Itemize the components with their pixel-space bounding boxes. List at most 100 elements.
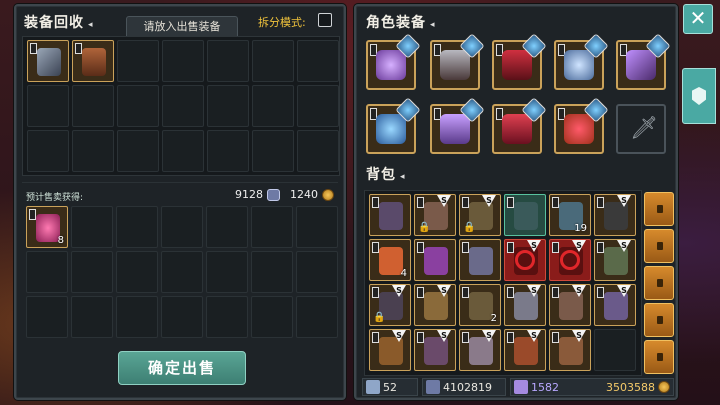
empty-slot[interactable] xyxy=(71,206,113,248)
treasure-chest-icon[interactable] xyxy=(644,266,674,300)
empty-weapon-slot[interactable]: 🗡 xyxy=(616,104,666,154)
empty-slot[interactable] xyxy=(161,251,203,293)
empty-slot[interactable] xyxy=(162,40,204,82)
equipment-slot[interactable] xyxy=(430,33,485,90)
bag-item-slot[interactable]: S xyxy=(549,284,591,326)
empty-slot[interactable] xyxy=(116,296,158,338)
bag-item-slot[interactable]: S 🔒 xyxy=(459,194,501,236)
empty-slot[interactable] xyxy=(252,40,294,82)
bag-item-slot[interactable]: S xyxy=(459,329,501,371)
item-slot[interactable] xyxy=(27,40,69,82)
bag-item-slot[interactable]: S xyxy=(369,329,411,371)
empty-slot[interactable] xyxy=(117,85,159,127)
empty-slot[interactable] xyxy=(71,296,113,338)
empty-slot[interactable] xyxy=(297,130,339,172)
equipment-slot[interactable] xyxy=(366,33,421,90)
collapse-arrow-icon[interactable]: ◂ xyxy=(430,20,436,30)
collapse-arrow-icon[interactable]: ◂ xyxy=(400,172,406,182)
empty-slot[interactable] xyxy=(206,296,248,338)
item-level-marker xyxy=(30,43,37,54)
equipment-slot[interactable] xyxy=(430,97,485,154)
bag-item-slot[interactable]: S 🔒 xyxy=(369,284,411,326)
bag-item-slot[interactable]: S xyxy=(414,329,456,371)
empty-slot[interactable] xyxy=(594,329,636,371)
empty-slot[interactable] xyxy=(296,206,338,248)
bag-item-slot[interactable]: 19 xyxy=(549,194,591,236)
empty-slot[interactable] xyxy=(252,130,294,172)
item-level-marker xyxy=(417,287,424,298)
item-slot[interactable] xyxy=(72,40,114,82)
bag-item-slot[interactable]: 4 xyxy=(369,239,411,281)
treasure-chest-icon[interactable] xyxy=(644,303,674,337)
helmet-purple-icon xyxy=(376,50,406,80)
gold-value: 3503588 xyxy=(606,380,655,394)
equipment-slot[interactable] xyxy=(492,97,547,154)
empty-slot[interactable] xyxy=(71,251,113,293)
bag-item-slot[interactable]: S xyxy=(594,194,636,236)
empty-slot[interactable] xyxy=(72,130,114,172)
empty-slot[interactable] xyxy=(207,85,249,127)
empty-slot[interactable] xyxy=(116,206,158,248)
empty-slot[interactable] xyxy=(207,130,249,172)
empty-slot[interactable] xyxy=(251,296,293,338)
empty-slot[interactable] xyxy=(206,251,248,293)
item-count: 8 xyxy=(57,235,64,246)
empty-slot[interactable] xyxy=(297,40,339,82)
empty-slot[interactable] xyxy=(72,85,114,127)
treasure-chest-icon[interactable] xyxy=(644,229,674,263)
treasure-chest-icon[interactable] xyxy=(644,192,674,226)
empty-slot[interactable] xyxy=(207,40,249,82)
bag-item-slot[interactable]: S xyxy=(504,239,546,281)
item-slot[interactable]: 8 xyxy=(26,206,68,248)
bag-item-slot[interactable] xyxy=(414,239,456,281)
bag-item-slot[interactable]: S xyxy=(594,239,636,281)
empty-slot[interactable] xyxy=(161,296,203,338)
bag-item-slot[interactable] xyxy=(369,194,411,236)
close-button[interactable]: ✕ xyxy=(683,4,713,34)
split-mode-checkbox[interactable] xyxy=(318,13,332,27)
bag-item-slot[interactable]: S xyxy=(504,329,546,371)
empty-slot[interactable] xyxy=(27,130,69,172)
empty-slot[interactable] xyxy=(27,85,69,127)
empty-slot[interactable] xyxy=(26,296,68,338)
empty-slot[interactable] xyxy=(251,206,293,248)
treasure-chest-icon[interactable] xyxy=(644,340,674,374)
bag-item-slot[interactable]: S xyxy=(549,239,591,281)
empty-slot[interactable] xyxy=(162,85,204,127)
bag-item-slot[interactable] xyxy=(459,239,501,281)
confirm-sell-button[interactable]: 确定出售 xyxy=(118,351,246,385)
empty-slot[interactable] xyxy=(162,130,204,172)
collapse-arrow-icon[interactable]: ◂ xyxy=(88,20,94,30)
equipment-slot[interactable] xyxy=(554,97,609,154)
bag-item-slot[interactable]: S xyxy=(504,284,546,326)
close-icon: ✕ xyxy=(689,6,707,30)
bag-item-slot[interactable]: S xyxy=(549,329,591,371)
equipment-side-tab[interactable] xyxy=(682,68,716,124)
bag-item-icon xyxy=(379,247,403,275)
lock-icon: 🔒 xyxy=(373,312,386,323)
bag-item-slot[interactable]: S xyxy=(594,284,636,326)
bag-item-slot[interactable]: S xyxy=(414,284,456,326)
equipment-slot[interactable] xyxy=(616,33,671,90)
equipment-slot[interactable] xyxy=(554,33,609,90)
empty-slot[interactable] xyxy=(297,85,339,127)
bag-item-icon xyxy=(379,202,403,230)
empty-slot[interactable] xyxy=(116,251,158,293)
character-panel: 角色装备 ◂ 🗡 背包 ◂ S 🔒 S 🔒 19 S 4 S S S S 🔒 S 2 S S S S S S S S 52 4… xyxy=(354,4,678,400)
glove-purple-icon xyxy=(440,114,470,144)
empty-slot[interactable] xyxy=(251,251,293,293)
empty-slot[interactable] xyxy=(117,130,159,172)
bag-item-slot[interactable]: S 🔒 xyxy=(414,194,456,236)
empty-slot[interactable] xyxy=(252,85,294,127)
empty-slot[interactable] xyxy=(296,296,338,338)
bag-item-slot[interactable] xyxy=(504,194,546,236)
bag-item-slot[interactable]: 2 xyxy=(459,284,501,326)
empty-slot[interactable] xyxy=(117,40,159,82)
equipment-slot[interactable] xyxy=(492,33,547,90)
item-level-marker xyxy=(372,197,379,208)
empty-slot[interactable] xyxy=(296,251,338,293)
empty-slot[interactable] xyxy=(161,206,203,248)
equipment-slot[interactable] xyxy=(366,97,421,154)
empty-slot[interactable] xyxy=(26,251,68,293)
empty-slot[interactable] xyxy=(206,206,248,248)
